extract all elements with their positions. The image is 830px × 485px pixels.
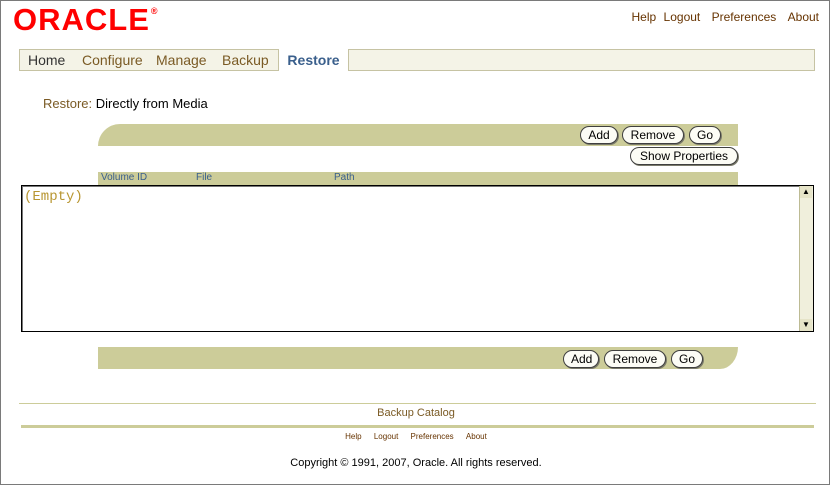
column-header-volume-id[interactable]: Volume ID [101,172,147,183]
column-header-path[interactable]: Path [334,172,355,183]
go-button-bottom[interactable]: Go [671,350,703,368]
page-title-value: Directly from Media [95,96,208,111]
scroll-down-icon[interactable]: ▼ [800,319,812,331]
logo-text: ORACLE [13,2,150,37]
go-button-top[interactable]: Go [689,126,721,144]
footer-nav: Help Logout Preferences About [1,432,830,441]
backup-catalog-link[interactable]: Backup Catalog [1,407,830,419]
column-header-file[interactable]: File [196,172,212,183]
tab-backup[interactable]: Backup [222,50,269,70]
footer-divider [19,403,816,404]
oracle-logo: ORACLE® [13,2,159,38]
tab-manage[interactable]: Manage [156,50,207,70]
footer-about-link[interactable]: About [466,432,487,441]
add-button-top[interactable]: Add [580,126,618,144]
page-title: Restore: Directly from Media [43,96,208,111]
tab-restore[interactable]: Restore [278,49,349,71]
file-list[interactable]: (Empty) ▲ ▼ [21,185,814,332]
footer-preferences-link[interactable]: Preferences [411,432,454,441]
remove-button-bottom[interactable]: Remove [604,350,666,368]
registered-mark: ® [150,6,159,16]
table-header: Volume ID File Path [98,172,738,185]
global-nav: Help Logout Preferences About [628,10,819,24]
tab-home[interactable]: Home [28,50,65,70]
help-link[interactable]: Help [632,10,657,24]
footer-rule [21,425,814,428]
copyright-text: Copyright © 1991, 2007, Oracle. All righ… [290,457,542,469]
about-link[interactable]: About [788,10,819,24]
add-button-bottom[interactable]: Add [563,350,599,368]
show-properties-button[interactable]: Show Properties [630,147,738,165]
page-title-label: Restore: [43,96,93,111]
vertical-scrollbar[interactable]: ▲ ▼ [799,186,813,331]
footer-help-link[interactable]: Help [345,432,361,441]
logout-link[interactable]: Logout [664,10,701,24]
tab-configure[interactable]: Configure [82,50,143,70]
preferences-link[interactable]: Preferences [712,10,777,24]
empty-placeholder: (Empty) [24,189,83,205]
scroll-up-icon[interactable]: ▲ [800,186,812,198]
tab-bar: Home Configure Manage Backup Restore [19,49,815,71]
remove-button-top[interactable]: Remove [622,126,684,144]
footer-logout-link[interactable]: Logout [374,432,398,441]
